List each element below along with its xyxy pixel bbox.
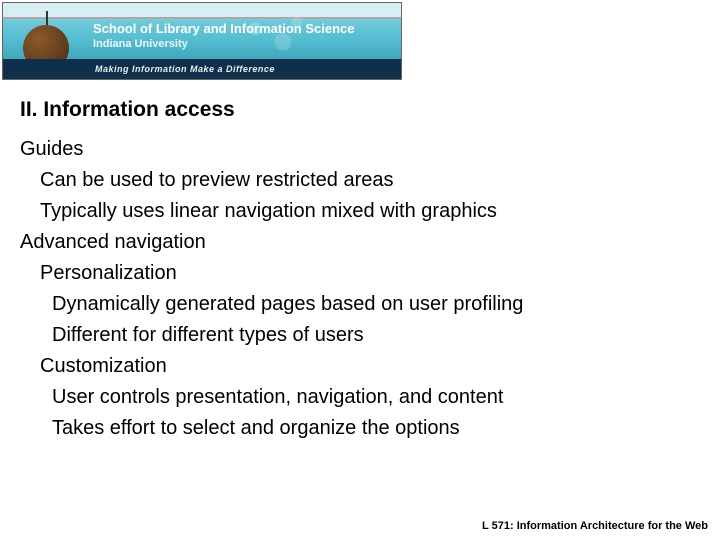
outline-line: Typically uses linear navigation mixed w…	[40, 200, 700, 223]
outline-line: Dynamically generated pages based on use…	[52, 293, 700, 316]
outline-line: Takes effort to select and organize the …	[52, 417, 700, 440]
slide-title: II. Information access	[20, 98, 700, 122]
outline-line: Different for different types of users	[52, 324, 700, 347]
outline-line: User controls presentation, navigation, …	[52, 386, 700, 409]
outline-line: Can be used to preview restricted areas	[40, 169, 700, 192]
slide-content: II. Information access Guides Can be used…	[0, 82, 720, 440]
outline-line: Advanced navigation	[20, 231, 700, 254]
banner-subtitle: Indiana University	[93, 38, 355, 50]
slide-footer: L 571: Information Architecture for the …	[482, 520, 708, 532]
outline-line: Personalization	[40, 262, 700, 285]
outline-line: Guides	[20, 138, 700, 161]
outline-line: Customization	[40, 355, 700, 378]
school-banner: School of Library and Information Scienc…	[2, 2, 402, 80]
banner-tagline: Making Information Make a Difference	[3, 59, 401, 79]
banner-title: School of Library and Information Scienc…	[93, 21, 355, 36]
